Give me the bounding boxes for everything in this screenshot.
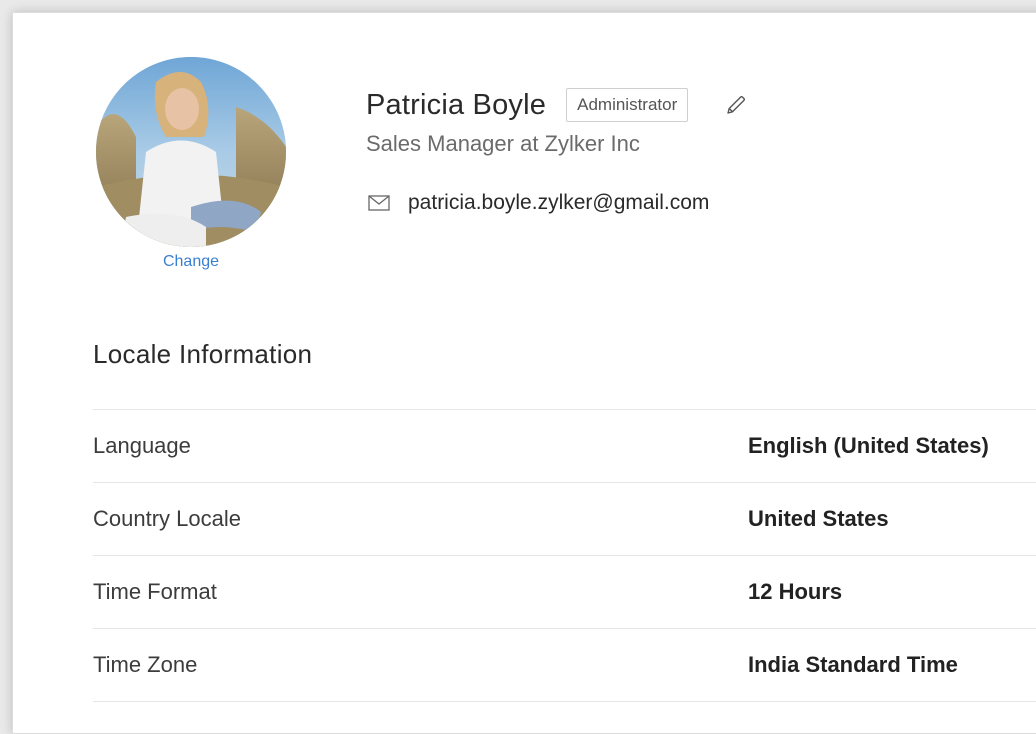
locale-value: 12 Hours <box>748 579 843 604</box>
locale-row-time-zone: Time Zone India Standard Time <box>93 629 1036 702</box>
locale-label: Time Zone <box>93 652 198 677</box>
name-row: Patricia Boyle Administrator <box>366 85 748 125</box>
locale-label: Country Locale <box>93 506 241 531</box>
email-row: patricia.boyle.zylker@gmail.com <box>366 191 748 215</box>
locale-row-time-format: Time Format 12 Hours <box>93 556 1036 629</box>
locale-table: Language English (United States) Country… <box>93 409 1036 702</box>
pencil-icon[interactable] <box>724 93 748 117</box>
locale-row-language: Language English (United States) <box>93 410 1036 483</box>
locale-section-title: Locale Information <box>93 339 313 369</box>
locale-label: Language <box>93 433 191 458</box>
job-title: Sales Manager at Zylker Inc <box>366 131 640 156</box>
avatar-photo <box>96 57 286 247</box>
change-photo-link[interactable]: Change <box>163 253 219 271</box>
locale-value: United States <box>748 506 889 531</box>
profile-photo-section: Change <box>96 57 286 271</box>
locale-value: India Standard Time <box>748 652 958 677</box>
user-name: Patricia Boyle <box>366 88 547 121</box>
profile-card: Change Patricia Boyle Administrator Sale… <box>12 12 1036 734</box>
profile-info: Patricia Boyle Administrator Sales Manag… <box>366 85 748 215</box>
locale-label: Time Format <box>93 579 217 604</box>
locale-value: English (United States) <box>748 433 989 458</box>
email-address[interactable]: patricia.boyle.zylker@gmail.com <box>408 191 709 215</box>
envelope-icon <box>368 195 390 211</box>
locale-row-country-locale: Country Locale United States <box>93 483 1036 556</box>
role-badge: Administrator <box>566 88 689 122</box>
avatar <box>96 57 286 247</box>
